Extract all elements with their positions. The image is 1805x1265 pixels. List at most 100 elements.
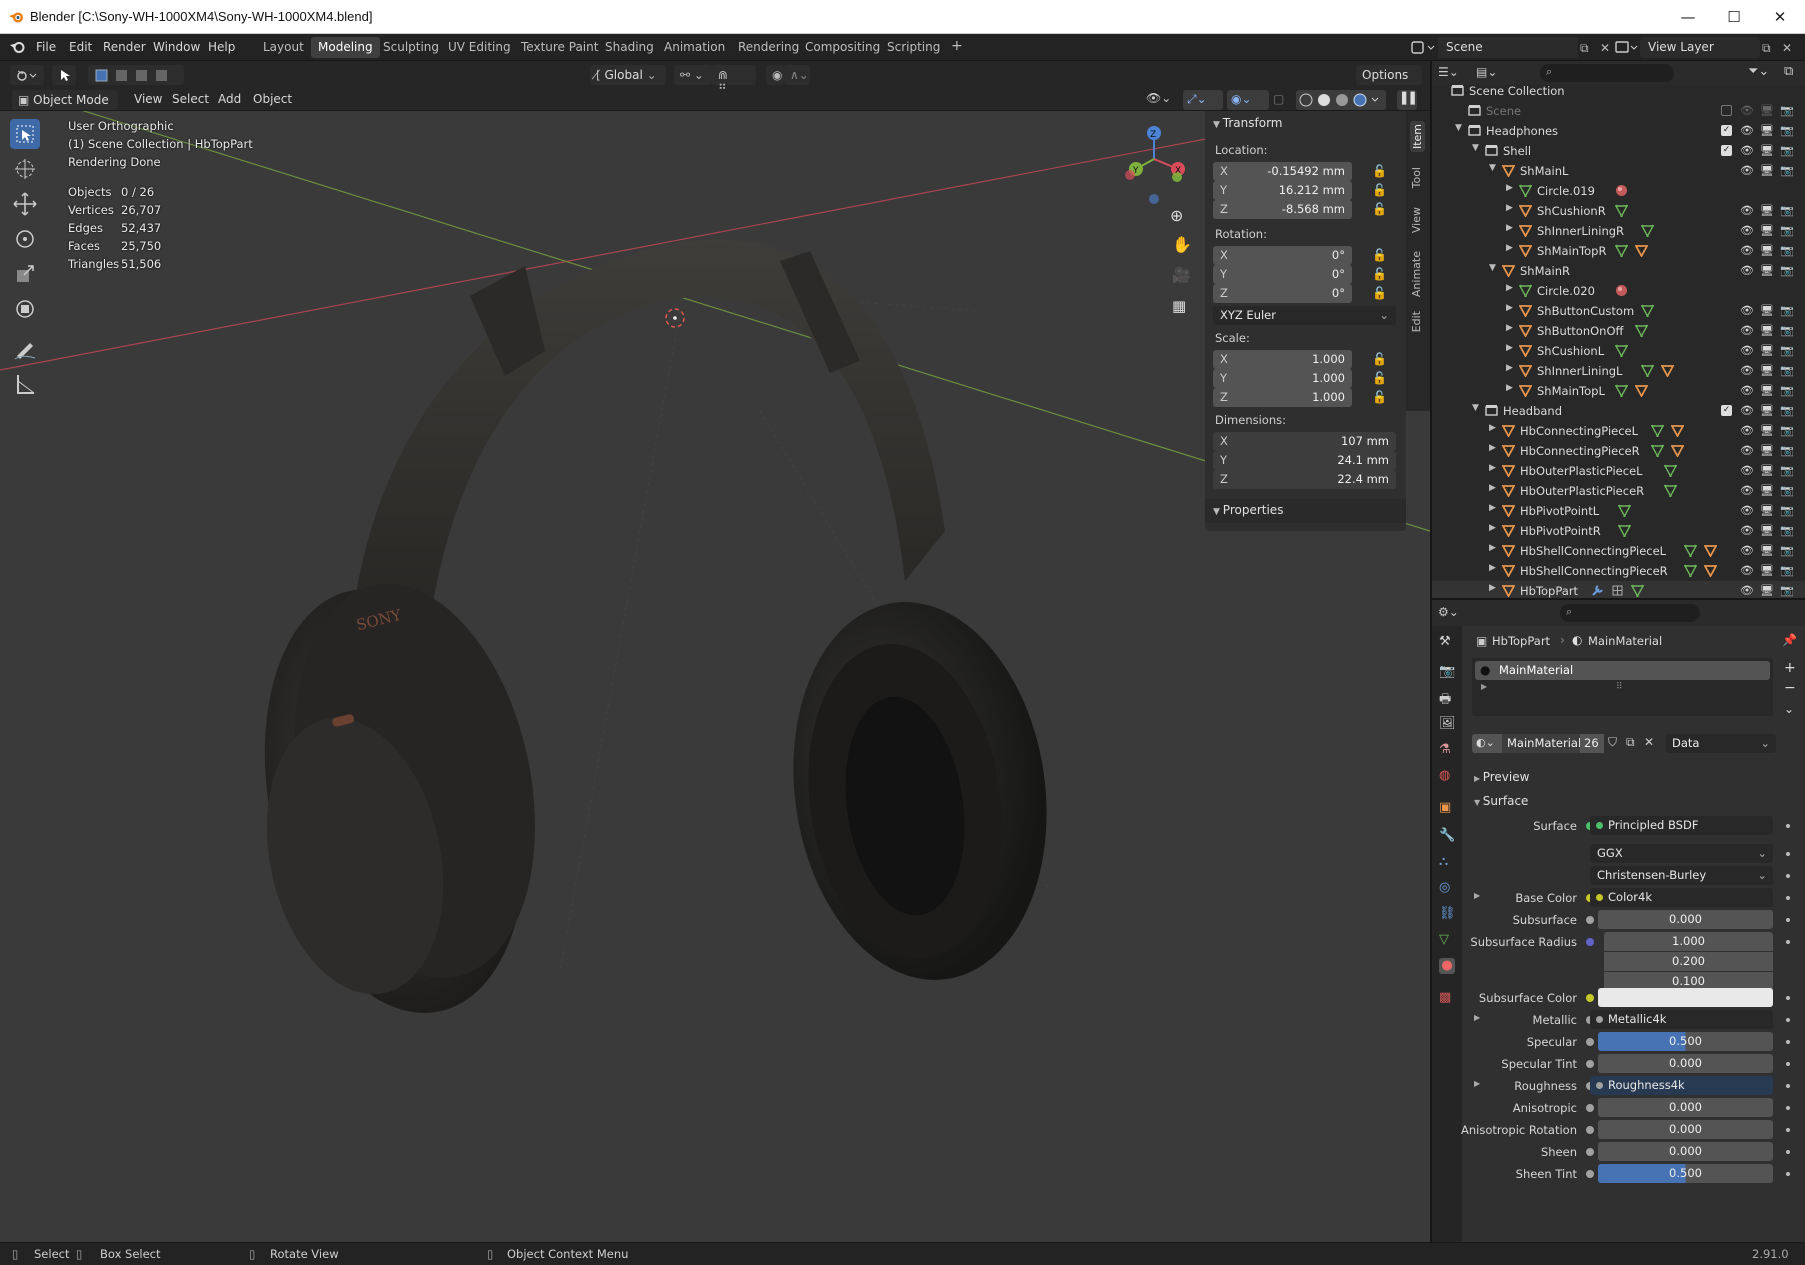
remove-slot-icon[interactable]: −: [1784, 680, 1796, 696]
outliner-row-hbpivotpointr[interactable]: ▶ HbPivotPointR 👁 🖥 📷: [1432, 521, 1805, 541]
add-menu[interactable]: Add: [218, 92, 241, 106]
dimensions-x-field[interactable]: X 107 mm: [1213, 432, 1396, 451]
lock-location-x-icon[interactable]: 🔓: [1372, 164, 1387, 178]
collapse-arrow-icon[interactable]: ▼: [1472, 403, 1479, 413]
lock-scale-y-icon[interactable]: 🔓: [1372, 371, 1387, 385]
anisotropic-rotation-slider[interactable]: 0.000: [1598, 1120, 1773, 1139]
unlink-material-icon[interactable]: ✕: [1644, 735, 1654, 749]
output-tab-icon[interactable]: 🖶: [1439, 690, 1455, 707]
outliner-row-shcushionr[interactable]: ▶ ShCushionR 👁 🖥 📷: [1432, 201, 1805, 221]
camera-render-icon[interactable]: 📷: [1780, 564, 1794, 578]
monitor-icon[interactable]: 🖥: [1760, 104, 1774, 118]
keyframe-dot-icon[interactable]: [1786, 1106, 1790, 1110]
eye-icon[interactable]: 👁: [1740, 144, 1754, 158]
workspace-tab-sculpting[interactable]: Sculpting: [376, 37, 446, 58]
expand-arrow-icon[interactable]: ▶: [1489, 463, 1496, 473]
socket-icon[interactable]: [1586, 1170, 1594, 1178]
expand-arrow-icon[interactable]: ▶: [1506, 203, 1513, 213]
outliner-row-hbshellconnectingpiecel[interactable]: ▶ HbShellConnectingPieceL 👁 🖥 📷: [1432, 541, 1805, 561]
material-name-field[interactable]: MainMaterial: [1502, 734, 1581, 753]
workspace-tab-texture-paint[interactable]: Texture Paint: [514, 37, 605, 58]
mesh-data-icon[interactable]: [1641, 304, 1655, 317]
workspace-tab-uv-editing[interactable]: UV Editing: [441, 37, 518, 58]
navigation-gizmo[interactable]: Z X Y: [1118, 119, 1190, 209]
expand-arrow-icon[interactable]: ▶: [1506, 283, 1513, 293]
camera-render-icon[interactable]: 📷: [1780, 384, 1794, 398]
outliner-row-shinnerliningr[interactable]: ▶ ShInnerLiningR 👁 🖥 📷: [1432, 221, 1805, 241]
render-tab-icon[interactable]: 📷: [1439, 664, 1455, 680]
mesh-data-icon[interactable]: [1631, 584, 1645, 597]
mesh-data-icon[interactable]: [1617, 524, 1631, 537]
scale-tool-icon[interactable]: [10, 259, 40, 289]
expand-arrow-icon[interactable]: ▶: [1506, 343, 1513, 353]
monitor-icon[interactable]: 🖥: [1760, 224, 1774, 238]
outliner-row-shcushionl[interactable]: ▶ ShCushionL 👁 🖥 📷: [1432, 341, 1805, 361]
collapse-arrow-icon[interactable]: ▼: [1472, 143, 1479, 153]
expand-arrow-icon[interactable]: ▶: [1489, 423, 1496, 433]
duplicate-material-icon[interactable]: ⧉: [1626, 735, 1635, 750]
keyframe-dot-icon[interactable]: [1786, 852, 1790, 856]
select-box-tool-icon[interactable]: [10, 119, 40, 149]
outliner-row-headphones[interactable]: ▼ Headphones ✓ 👁 🖥 📷: [1432, 121, 1805, 141]
expand-arrow-icon[interactable]: ▶: [1489, 523, 1496, 533]
camera-render-icon[interactable]: 📷: [1780, 124, 1794, 138]
outliner-row-hbconnectingpiecer[interactable]: ▶ HbConnectingPieceR 👁 🖥 📷: [1432, 441, 1805, 461]
sidebar-tab-item[interactable]: Item: [1410, 121, 1425, 153]
view-layer-selector-icon[interactable]: [1612, 39, 1640, 56]
move-tool-icon[interactable]: [10, 189, 40, 219]
eye-icon[interactable]: 👁: [1740, 124, 1754, 138]
mesh-data-icon[interactable]: [1615, 204, 1628, 217]
location-x-field[interactable]: X -0.15492 mm: [1213, 162, 1352, 181]
socket-icon[interactable]: [1586, 1148, 1594, 1156]
eye-icon[interactable]: 👁: [1740, 584, 1754, 598]
camera-render-icon[interactable]: 📷: [1780, 464, 1794, 478]
lock-scale-z-icon[interactable]: 🔓: [1372, 390, 1387, 404]
collapse-arrow-icon[interactable]: ▼: [1455, 123, 1462, 133]
exclude-checkbox[interactable]: ✓: [1721, 125, 1732, 136]
object-data-icon[interactable]: [1703, 544, 1717, 557]
options-dropdown[interactable]: Options ⌄: [1356, 65, 1422, 96]
socket-icon[interactable]: [1586, 916, 1594, 924]
dimensions-z-field[interactable]: Z 22.4 mm: [1213, 470, 1396, 489]
monitor-icon[interactable]: 🖥: [1760, 124, 1774, 138]
proportional-edit-icon[interactable]: ◉: [766, 65, 784, 85]
keyframe-dot-icon[interactable]: [1786, 918, 1790, 922]
monitor-icon[interactable]: 🖥: [1760, 304, 1774, 318]
workspace-tab-rendering[interactable]: Rendering: [731, 37, 806, 58]
eye-icon[interactable]: 👁: [1740, 304, 1754, 318]
transform-tool-icon[interactable]: [10, 294, 40, 324]
view-layer-name-field[interactable]: View Layer: [1640, 37, 1760, 58]
workspace-tab-animation[interactable]: Animation: [657, 37, 732, 58]
gizmo-toggle-icon[interactable]: ⤢⌄: [1183, 90, 1223, 110]
preview-section-header[interactable]: ▶ Preview: [1474, 770, 1529, 784]
scale-x-field[interactable]: X 1.000: [1213, 350, 1352, 369]
metallic-link-field[interactable]: Metallic4k: [1590, 1010, 1773, 1029]
outliner-row-hbouterplasticpiecel[interactable]: ▶ HbOuterPlasticPieceL 👁 🖥 📷: [1432, 461, 1805, 481]
outliner-row-hbshellconnectingpiecer[interactable]: ▶ HbShellConnectingPieceR 👁 🖥 📷: [1432, 561, 1805, 581]
rotation-z-field[interactable]: Z 0°: [1213, 284, 1352, 303]
sidebar-tab-edit[interactable]: Edit: [1410, 311, 1423, 332]
outliner-row-shmaintopl[interactable]: ▶ ShMainTopL 👁 🖥 📷: [1432, 381, 1805, 401]
blender-menu-icon[interactable]: [10, 40, 26, 54]
overlay-toggle-icon[interactable]: ◉⌄: [1227, 90, 1269, 110]
rotation-x-field[interactable]: X 0°: [1213, 246, 1352, 265]
keyframe-dot-icon[interactable]: [1786, 996, 1790, 1000]
browse-material-icon[interactable]: ◐⌄: [1472, 734, 1502, 753]
object-data-icon[interactable]: [1670, 424, 1684, 437]
outliner-row-hbconnectingpiecel[interactable]: ▶ HbConnectingPieceL 👁 🖥 📷: [1432, 421, 1805, 441]
measure-tool-icon[interactable]: [10, 369, 40, 399]
outliner-search-input[interactable]: ⌕: [1540, 64, 1674, 82]
menu-help[interactable]: Help: [208, 40, 235, 54]
expand-arrow-icon[interactable]: ▶: [1474, 1079, 1480, 1088]
sheen-slider[interactable]: 0.000: [1598, 1142, 1773, 1161]
eye-icon[interactable]: 👁: [1740, 524, 1754, 538]
expand-arrow-icon[interactable]: ▶: [1481, 682, 1487, 691]
pin-icon[interactable]: 📌: [1782, 633, 1797, 647]
ortho-grid-icon[interactable]: ▦: [1172, 297, 1186, 315]
socket-icon[interactable]: [1586, 1038, 1594, 1046]
maximize-button[interactable]: ☐: [1712, 4, 1756, 30]
camera-render-icon[interactable]: 📷: [1780, 484, 1794, 498]
transform-panel-header[interactable]: ▼ Transform: [1213, 116, 1283, 130]
exclude-checkbox[interactable]: [1721, 105, 1732, 116]
mesh-data-icon[interactable]: [1683, 564, 1697, 577]
